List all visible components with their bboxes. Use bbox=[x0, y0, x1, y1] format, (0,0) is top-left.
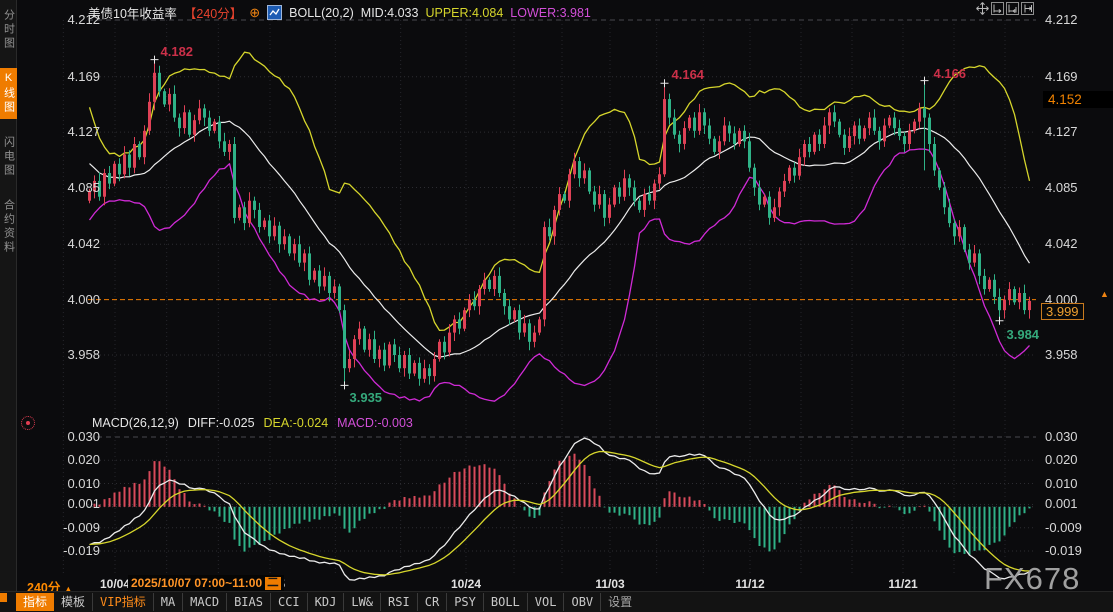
macd-axis-label-right: 0.001 bbox=[1045, 497, 1078, 511]
indicator-tab-VIP指标[interactable]: VIP指标 bbox=[93, 593, 154, 611]
extreme-price-label: 3.935 bbox=[350, 390, 383, 405]
macd-axis-label-right: -0.019 bbox=[1045, 544, 1082, 558]
macd-axis-label-left: -0.009 bbox=[30, 521, 100, 535]
extreme-price-label: 4.166 bbox=[934, 66, 967, 81]
date-label: 10/24 bbox=[438, 577, 494, 591]
macd-axis-label-right: 0.010 bbox=[1045, 477, 1078, 491]
macd-label[interactable]: MACD(26,12,9) bbox=[92, 416, 179, 430]
indicator-tab-RSI[interactable]: RSI bbox=[381, 593, 418, 611]
corner-marker bbox=[0, 593, 7, 602]
chart-mode-sidebar: 分时图 K线图闪电图合约资料 bbox=[0, 0, 17, 592]
macd-axis-label-left: 0.010 bbox=[30, 477, 100, 491]
indicator-tab-CR[interactable]: CR bbox=[418, 593, 447, 611]
macd-dea-value: DEA:-0.024 bbox=[264, 416, 329, 430]
indicator-tab-设置[interactable]: 设置 bbox=[601, 593, 639, 611]
y-axis-label-left: 4.169 bbox=[30, 70, 100, 84]
axis-scale-left-icon[interactable] bbox=[991, 2, 1004, 15]
price-tag-high: 4.152 bbox=[1043, 91, 1113, 108]
y-axis-label-right: 4.212 bbox=[1045, 13, 1078, 27]
date-label: 11/12 bbox=[722, 577, 778, 591]
extreme-price-label: 4.164 bbox=[672, 67, 705, 82]
macd-axis-label-right: 0.030 bbox=[1045, 430, 1078, 444]
y-axis-label-right: 4.042 bbox=[1045, 237, 1078, 251]
y-axis-label-left: 4.042 bbox=[30, 237, 100, 251]
price-arrow-marker: ▲ bbox=[1100, 289, 1109, 299]
macd-header: MACD(26,12,9) DIFF:-0.025 DEA:-0.024 MAC… bbox=[92, 416, 413, 430]
watermark: FX678 bbox=[984, 561, 1080, 597]
weekday-chip: 二 bbox=[265, 577, 281, 590]
boll-lower-value: LOWER:3.981 bbox=[510, 6, 591, 20]
macd-axis-label-left: 0.001 bbox=[30, 497, 100, 511]
boll-upper-value: UPPER:4.084 bbox=[425, 6, 503, 20]
macd-axis-label-left: 0.020 bbox=[30, 453, 100, 467]
indicator-tab-KDJ[interactable]: KDJ bbox=[308, 593, 345, 611]
boll-mid-value: MID:4.033 bbox=[361, 6, 419, 20]
y-axis-label-left: 3.958 bbox=[30, 348, 100, 362]
add-indicator-icon[interactable]: ⊕ bbox=[249, 7, 260, 18]
indicator-tab-BIAS[interactable]: BIAS bbox=[227, 593, 271, 611]
boll-chart-icon bbox=[267, 5, 282, 20]
macd-axis-label-left: 0.030 bbox=[30, 430, 100, 444]
extreme-price-label: 4.182 bbox=[161, 44, 194, 59]
y-axis-label-left: 4.127 bbox=[30, 125, 100, 139]
indicator-tab-模板[interactable]: 模板 bbox=[54, 593, 93, 611]
indicator-tab-CCI[interactable]: CCI bbox=[271, 593, 308, 611]
y-axis-label-right: 3.958 bbox=[1045, 348, 1078, 362]
y-axis-label-right: 4.169 bbox=[1045, 70, 1078, 84]
date-label: 11/03 bbox=[582, 577, 638, 591]
chart-tool-icons bbox=[976, 2, 1034, 15]
period-badge: 【240分】 bbox=[184, 3, 242, 22]
instrument-title: 美债10年收益率 bbox=[88, 3, 177, 22]
macd-axis-label-left: -0.019 bbox=[30, 544, 100, 558]
macd-macd-value: MACD:-0.003 bbox=[337, 416, 413, 430]
axis-scale-right-icon[interactable] bbox=[1006, 2, 1019, 15]
sidebar-tab-3[interactable]: 闪电图 bbox=[0, 132, 17, 182]
indicator-tab-指标[interactable]: 指标 bbox=[16, 593, 54, 611]
sidebar-tab-2[interactable]: K线图 bbox=[0, 68, 17, 119]
sidebar-tab-4[interactable]: 合约资料 bbox=[0, 195, 17, 259]
price-tag-last: 3.999 bbox=[1041, 303, 1084, 320]
indicator-toolbar: 指标模板VIP指标MAMACDBIASCCIKDJLW&RSICRPSYBOLL… bbox=[0, 591, 1113, 612]
chart-window: 美债10年收益率 【240分】 ⊕ BOLL(20,2) MID:4.033 U… bbox=[0, 0, 1113, 612]
macd-axis-label-right: -0.009 bbox=[1045, 521, 1082, 535]
boll-label[interactable]: BOLL(20,2) bbox=[289, 6, 354, 20]
price-chart-canvas[interactable] bbox=[0, 0, 1113, 592]
crosshair-date-tooltip: 2025/10/07 07:00~11:00二 bbox=[128, 575, 284, 591]
indicator-tab-PSY[interactable]: PSY bbox=[447, 593, 484, 611]
y-axis-label-right: 4.085 bbox=[1045, 181, 1078, 195]
y-axis-label-left: 4.212 bbox=[30, 13, 100, 27]
indicator-tab-MA[interactable]: MA bbox=[154, 593, 183, 611]
sidebar-tab-1[interactable]: 分时图 bbox=[0, 5, 17, 55]
axis-shift-icon[interactable] bbox=[1021, 2, 1034, 15]
y-axis-label-right: 4.127 bbox=[1045, 125, 1078, 139]
indicator-tab-MACD[interactable]: MACD bbox=[183, 593, 227, 611]
macd-diff-value: DIFF:-0.025 bbox=[188, 416, 255, 430]
indicator-tab-VOL[interactable]: VOL bbox=[528, 593, 565, 611]
indicator-tab-BOLL[interactable]: BOLL bbox=[484, 593, 528, 611]
macd-settings-icon[interactable] bbox=[21, 416, 35, 430]
macd-axis-label-right: 0.020 bbox=[1045, 453, 1078, 467]
indicator-tab-LW&[interactable]: LW& bbox=[344, 593, 381, 611]
indicator-tab-OBV[interactable]: OBV bbox=[564, 593, 601, 611]
move-icon[interactable] bbox=[976, 2, 989, 15]
chart-title-bar: 美债10年收益率 【240分】 ⊕ BOLL(20,2) MID:4.033 U… bbox=[88, 3, 591, 22]
y-axis-label-left: 4.000 bbox=[30, 293, 100, 307]
y-axis-label-left: 4.085 bbox=[30, 181, 100, 195]
date-label: 11/21 bbox=[875, 577, 931, 591]
extreme-price-label: 3.984 bbox=[1007, 327, 1040, 342]
